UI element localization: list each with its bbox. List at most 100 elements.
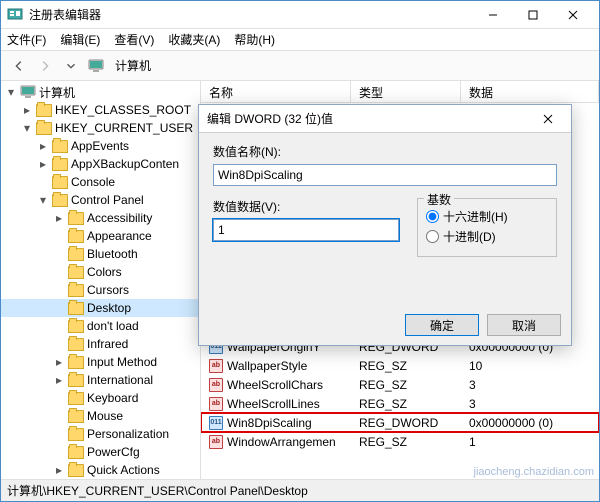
tree-item[interactable]: Desktop: [1, 299, 200, 317]
tree-item[interactable]: ▸Quick Actions: [1, 461, 200, 479]
expander-closed-icon[interactable]: ▸: [53, 356, 65, 368]
computer-icon: [88, 59, 104, 73]
tree-item[interactable]: Personalization: [1, 425, 200, 443]
col-type[interactable]: 类型: [351, 81, 461, 102]
close-button[interactable]: [553, 2, 593, 28]
tree-item-label: PowerCfg: [87, 445, 140, 459]
col-data[interactable]: 数据: [461, 81, 599, 102]
dialog-titlebar[interactable]: 编辑 DWORD (32 位)值: [199, 105, 571, 133]
expander-open-icon[interactable]: ▾: [37, 194, 49, 206]
value-data: 3: [461, 378, 599, 392]
tree-item[interactable]: ▾ HKEY_CURRENT_USER: [1, 119, 200, 137]
tree-item[interactable]: Appearance: [1, 227, 200, 245]
tree-item[interactable]: Colors: [1, 263, 200, 281]
string-value-icon: ab: [209, 378, 223, 392]
tree-item-label: 计算机: [39, 84, 75, 101]
tree-item-label: Console: [71, 175, 115, 189]
base-group: 基数 十六进制(H) 十进制(D): [417, 198, 557, 257]
cancel-button[interactable]: 取消: [487, 314, 561, 336]
value-data: 0x00000000 (0): [461, 416, 599, 430]
menu-help[interactable]: 帮助(H): [234, 31, 275, 48]
folder-icon: [52, 140, 68, 153]
tree-view[interactable]: ▾ 计算机 ▸ HKEY_CLASSES_ROOT ▾ HKEY_CURRENT_USER…: [1, 81, 201, 479]
expander-closed-icon[interactable]: ▸: [53, 212, 65, 224]
toolbar: 计算机: [1, 51, 599, 81]
tree-item[interactable]: don't load: [1, 317, 200, 335]
app-icon: [7, 7, 23, 23]
dialog-close-button[interactable]: [533, 107, 563, 131]
tree-item[interactable]: ▸ HKEY_CLASSES_ROOT: [1, 101, 200, 119]
ok-button[interactable]: 确定: [405, 314, 479, 336]
expander-closed-icon[interactable]: ▸: [53, 464, 65, 476]
menu-edit[interactable]: 编辑(E): [60, 31, 100, 48]
radio-hex[interactable]: [426, 210, 439, 223]
dropdown-button[interactable]: [59, 54, 83, 78]
tree-item-label: Mouse: [87, 409, 123, 423]
value-name: WheelScrollLines: [227, 397, 320, 411]
value-type: REG_SZ: [351, 435, 461, 449]
tree-item[interactable]: ▾Control Panel: [1, 191, 200, 209]
tree-item[interactable]: Cursors: [1, 281, 200, 299]
menu-file[interactable]: 文件(F): [7, 31, 46, 48]
tree-item-label: Keyboard: [87, 391, 138, 405]
binary-value-icon: 011: [209, 416, 223, 430]
tree-item[interactable]: Bluetooth: [1, 245, 200, 263]
radio-dec[interactable]: [426, 230, 439, 243]
string-value-icon: ab: [209, 359, 223, 373]
tree-item-label: Accessibility: [87, 211, 152, 225]
expander-closed-icon[interactable]: ▸: [37, 158, 49, 170]
folder-icon: [68, 374, 84, 387]
list-row[interactable]: ab WheelScrollChars REG_SZ3: [201, 375, 599, 394]
tree-item[interactable]: Infrared: [1, 335, 200, 353]
folder-icon: [68, 410, 84, 423]
list-row[interactable]: 011Win8DpiScalingREG_DWORD0x00000000 (0): [201, 413, 599, 432]
list-row[interactable]: abWallpaperStyleREG_SZ10: [201, 356, 599, 375]
menu-view[interactable]: 查看(V): [114, 31, 154, 48]
menu-favorites[interactable]: 收藏夹(A): [168, 31, 220, 48]
list-row[interactable]: abWindowArrangemenREG_SZ1: [201, 432, 599, 451]
tree-item[interactable]: ▸ Accessibility: [1, 209, 200, 227]
folder-icon: [68, 212, 84, 225]
list-row[interactable]: abWheelScrollLinesREG_SZ3: [201, 394, 599, 413]
maximize-button[interactable]: [513, 2, 553, 28]
expander-none: [37, 176, 49, 188]
value-name-input[interactable]: [213, 164, 557, 186]
tree-item[interactable]: Keyboard: [1, 389, 200, 407]
expander-closed-icon[interactable]: ▸: [37, 140, 49, 152]
string-value-icon: ab: [209, 397, 223, 411]
tree-item[interactable]: Console: [1, 173, 200, 191]
col-name[interactable]: 名称: [201, 81, 351, 102]
folder-icon: [68, 284, 84, 297]
tree-item[interactable]: ▸ International: [1, 371, 200, 389]
tree-item[interactable]: ▾ 计算机: [1, 83, 200, 101]
value-type: REG_SZ: [351, 378, 461, 392]
minimize-button[interactable]: [473, 2, 513, 28]
tree-item[interactable]: Mouse: [1, 407, 200, 425]
expander-open-icon[interactable]: ▾: [5, 86, 17, 98]
tree-item[interactable]: PowerCfg: [1, 443, 200, 461]
edit-dword-dialog: 编辑 DWORD (32 位)值 数值名称(N): 数值数据(V): 基数 十六…: [198, 104, 572, 346]
tree-item[interactable]: ▸AppXBackupConten: [1, 155, 200, 173]
tree-item[interactable]: ▸AppEvents: [1, 137, 200, 155]
tree-item-label: HKEY_CURRENT_USER: [55, 121, 193, 135]
value-name: WheelScrollChars: [227, 378, 323, 392]
value-name: Win8DpiScaling: [227, 416, 312, 430]
tree-item-label: Cursors: [87, 283, 129, 297]
value-data: 1: [461, 435, 599, 449]
expander-closed-icon[interactable]: ▸: [21, 104, 33, 116]
expander-closed-icon[interactable]: ▸: [53, 374, 65, 386]
forward-button[interactable]: [33, 54, 57, 78]
value-data-input[interactable]: [213, 219, 399, 241]
value-name: WindowArrangemen: [227, 435, 336, 449]
expander-none: [53, 284, 65, 296]
value-data: 10: [461, 359, 599, 373]
back-button[interactable]: [7, 54, 31, 78]
statusbar: 计算机\HKEY_CURRENT_USER\Control Panel\Desk…: [1, 479, 599, 501]
titlebar[interactable]: 注册表编辑器: [1, 1, 599, 29]
expander-none: [53, 392, 65, 404]
tree-item-label: International: [87, 373, 153, 387]
expander-open-icon[interactable]: ▾: [21, 122, 33, 134]
folder-icon: [68, 428, 84, 441]
tree-item-label: HKEY_CLASSES_ROOT: [55, 103, 191, 117]
tree-item[interactable]: ▸Input Method: [1, 353, 200, 371]
